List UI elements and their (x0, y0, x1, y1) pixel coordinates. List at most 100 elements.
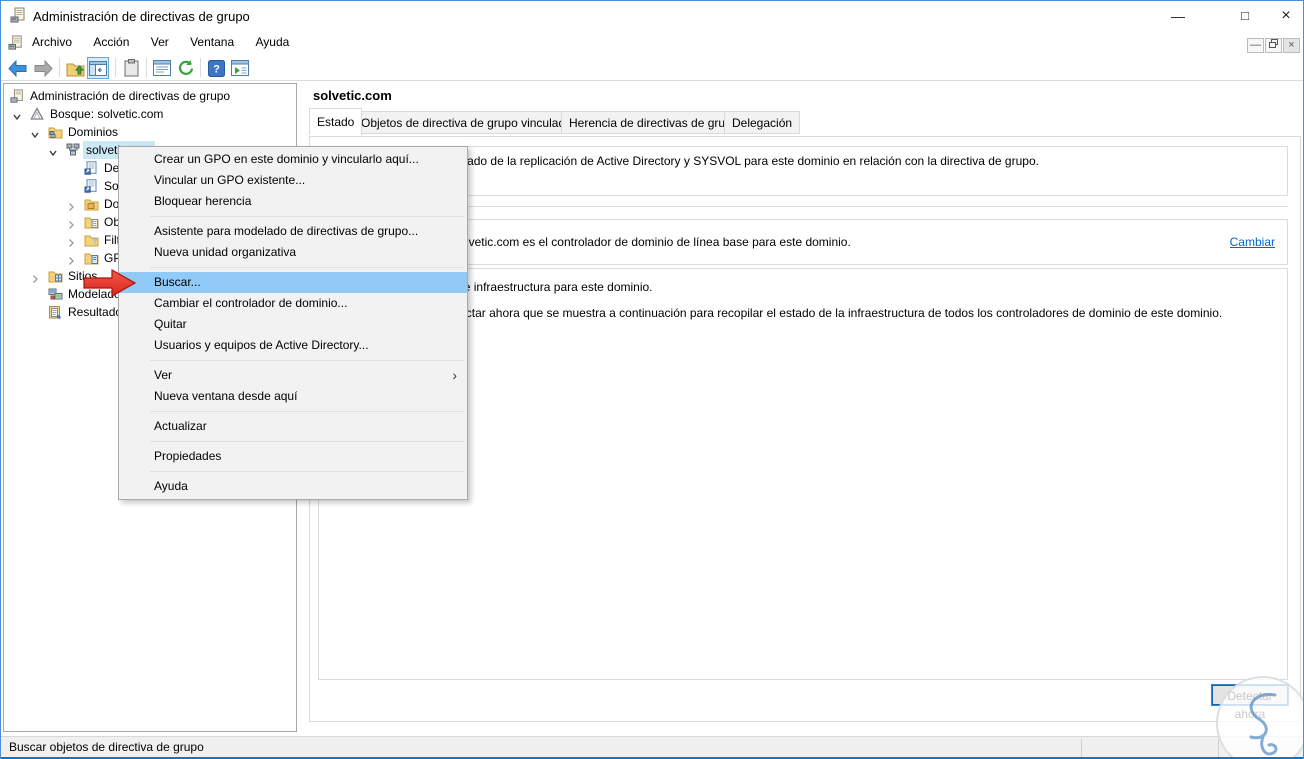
details-pane-title: solvetic.com (313, 88, 392, 103)
console-scroll-icon (10, 89, 25, 109)
menu-item-propiedades[interactable]: Propiedades (119, 446, 467, 467)
folder-up-icon (66, 63, 84, 76)
mdi-minimize-button[interactable]: — (1247, 38, 1264, 53)
help-icon: ? (207, 59, 225, 77)
domain-icon (66, 143, 81, 162)
window-play-icon (231, 60, 249, 76)
menu-item-buscar[interactable]: Buscar... (119, 272, 467, 293)
toolbar-separator (115, 58, 116, 77)
forest-icon (30, 107, 44, 126)
menu-bar: Archivo Acción Ver Ventana Ayuda — × (1, 31, 1303, 55)
close-button[interactable]: × (1269, 7, 1303, 25)
menu-separator (150, 441, 464, 442)
menu-separator (150, 267, 464, 268)
no-status-text: No se recopiló el estado de infraestruct… (325, 280, 653, 294)
menu-item-usuarios-equipos-ad[interactable]: Usuarios y equipos de Active Directory..… (119, 335, 467, 356)
menu-archivo[interactable]: Archivo (23, 31, 81, 55)
chevron-down-icon[interactable] (48, 145, 58, 163)
detect-hint-text: Haga clic en el botón Detectar ahora que… (325, 306, 1223, 320)
gpo-link-icon (84, 161, 98, 180)
minimize-button[interactable]: — (1161, 7, 1195, 25)
console-tree-toggle-button[interactable] (87, 57, 109, 79)
menu-separator (150, 360, 464, 361)
refresh-button[interactable] (175, 57, 197, 79)
menu-item-ayuda[interactable]: Ayuda (119, 476, 467, 497)
menu-item-ver[interactable]: Ver › (119, 365, 467, 386)
chevron-right-icon[interactable] (66, 235, 76, 253)
back-arrow-icon (7, 59, 26, 77)
app-icon (10, 7, 27, 27)
domains-folder-icon (48, 125, 63, 144)
gpmc-window: Administración de directivas de grupo — … (0, 0, 1304, 759)
menu-item-asistente-modelado[interactable]: Asistente para modelado de directivas de… (119, 221, 467, 242)
status-separator (1081, 739, 1082, 757)
menu-separator (150, 471, 464, 472)
sites-folder-icon (48, 269, 63, 288)
toolbar-separator (59, 58, 60, 77)
window-list-icon (153, 60, 171, 76)
menu-item-vincular-gpo[interactable]: Vincular un GPO existente... (119, 170, 467, 191)
results-icon (48, 305, 63, 324)
up-one-level-button[interactable] (64, 57, 86, 79)
menu-ver[interactable]: Ver (142, 31, 178, 55)
chevron-down-icon[interactable] (30, 127, 40, 145)
context-menu: Crear un GPO en este dominio y vincularl… (118, 146, 468, 500)
ou-folder-icon (84, 197, 99, 216)
chevron-right-icon[interactable] (66, 199, 76, 217)
tab-estado[interactable]: Estado (309, 108, 363, 135)
help-button[interactable]: ? (205, 57, 227, 79)
console-scroll-icon (8, 35, 24, 54)
tree-label: Bosque: solvetic.com (50, 107, 164, 121)
menu-ventana[interactable]: Ventana (181, 31, 243, 55)
forward-arrow-icon (34, 59, 53, 77)
forward-button[interactable] (32, 57, 54, 79)
console-tree-icon (89, 60, 107, 76)
red-arrow-annotation (83, 268, 137, 301)
title-bar: Administración de directivas de grupo — … (1, 1, 1303, 31)
cambiar-link[interactable]: Cambiar (1230, 235, 1275, 249)
tree-label: Dominios (68, 125, 119, 139)
tab-delegacion[interactable]: Delegación (724, 111, 801, 134)
menu-item-cambiar-controlador[interactable]: Cambiar el controlador de dominio... (119, 293, 467, 314)
wmi-filter-folder-icon (84, 233, 99, 252)
gpo-folder-icon (84, 215, 99, 234)
toolbar-separator (146, 58, 147, 77)
menu-item-actualizar[interactable]: Actualizar (119, 416, 467, 437)
menu-item-nueva-ventana[interactable]: Nueva ventana desde aquí (119, 386, 467, 407)
status-bar: Buscar objetos de directiva de grupo (1, 736, 1303, 758)
menu-item-quitar[interactable]: Quitar (119, 314, 467, 335)
status-text: Buscar objetos de directiva de grupo (9, 740, 204, 754)
menu-ayuda[interactable]: Ayuda (246, 31, 298, 55)
window-title: Administración de directivas de grupo (33, 9, 250, 24)
menu-separator (150, 411, 464, 412)
submenu-arrow-icon: › (452, 367, 457, 383)
svg-text:?: ? (213, 63, 220, 75)
menu-item-label: Ver (154, 368, 173, 382)
clipboard-icon (124, 59, 138, 77)
solvetic-watermark-logo (1213, 673, 1303, 759)
modeling-icon (48, 287, 63, 306)
tab-herencia[interactable]: Herencia de directivas de grupo (561, 111, 747, 134)
menu-item-crear-gpo[interactable]: Crear un GPO en este dominio y vincularl… (119, 149, 467, 170)
chevron-right-icon[interactable] (30, 271, 40, 289)
refresh-icon (178, 60, 194, 75)
tab-objetos-vinculados[interactable]: Objetos de directiva de grupo vinculados (353, 111, 586, 134)
toolbar: ? (1, 55, 1303, 81)
chevron-right-icon[interactable] (66, 217, 76, 235)
mdi-restore-button[interactable] (1265, 38, 1282, 53)
maximize-button[interactable]: □ (1228, 7, 1262, 25)
menu-item-nueva-unidad[interactable]: Nueva unidad organizativa (119, 242, 467, 263)
new-window-button[interactable] (229, 57, 251, 79)
window-list-button[interactable] (151, 57, 173, 79)
gpo-link-icon (84, 179, 98, 198)
menu-separator (150, 216, 464, 217)
toolbar-separator (200, 58, 201, 77)
mdi-close-button[interactable]: × (1283, 38, 1300, 53)
tree-label: Administración de directivas de grupo (30, 89, 231, 103)
replication-status-text: Esta página muestra el estado de la repl… (325, 154, 1039, 168)
menu-item-bloquear-herencia[interactable]: Bloquear herencia (119, 191, 467, 212)
chevron-down-icon[interactable] (12, 109, 22, 127)
back-button[interactable] (6, 57, 28, 79)
menu-accion[interactable]: Acción (84, 31, 138, 55)
clipboard-button[interactable] (120, 57, 142, 79)
